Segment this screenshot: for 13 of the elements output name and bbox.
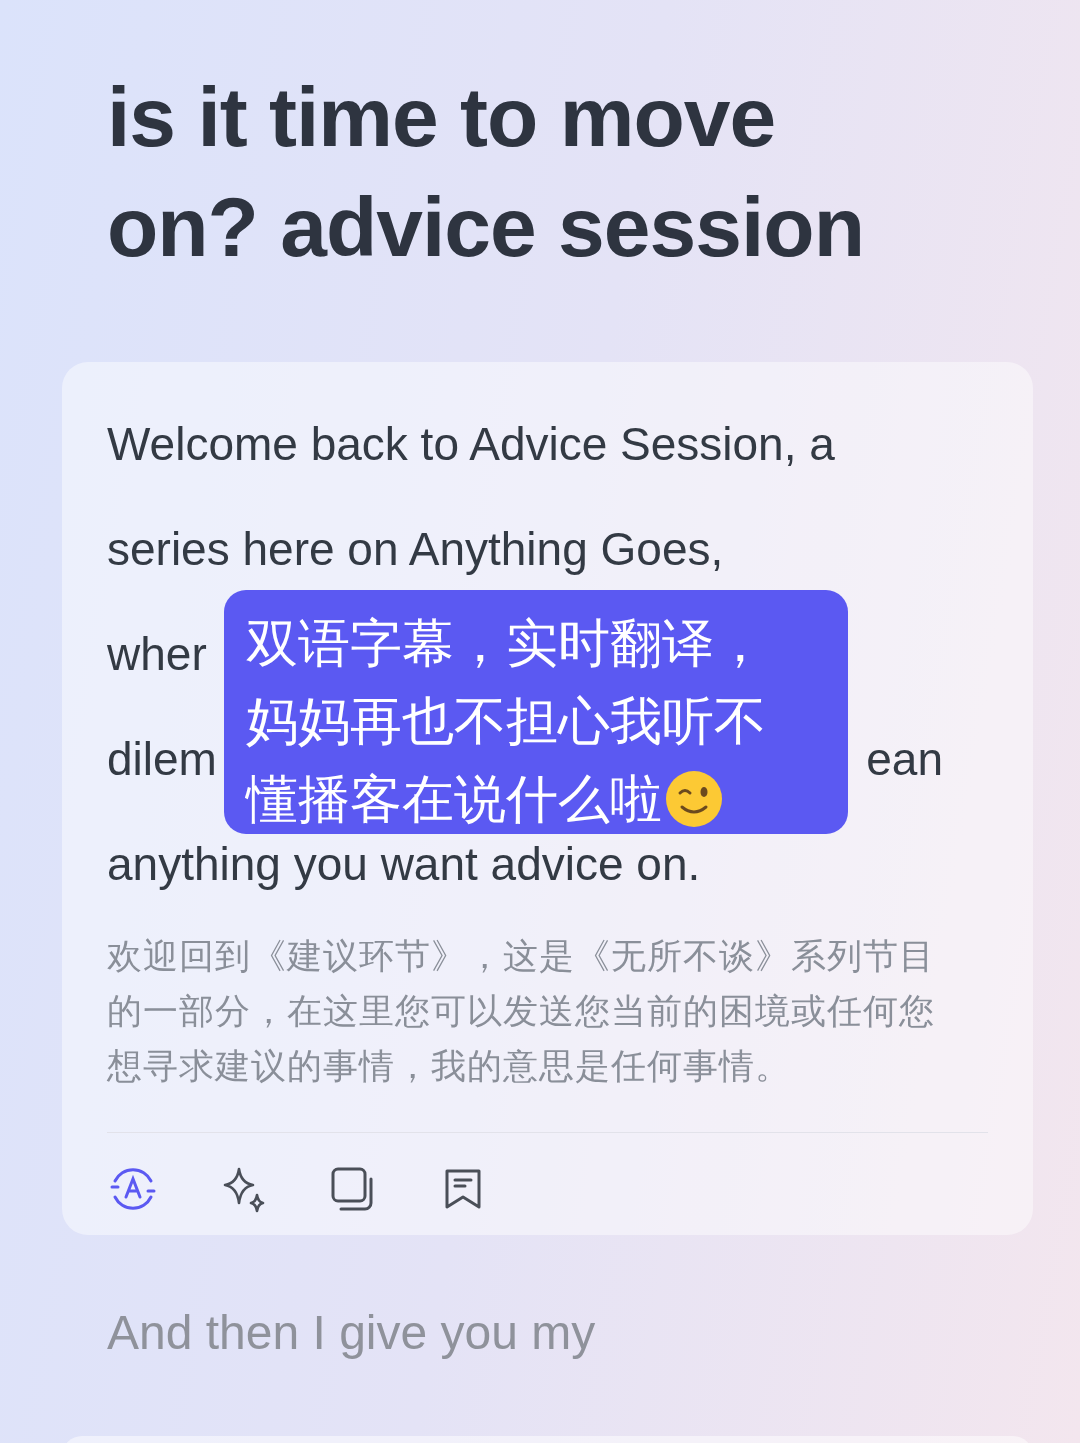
caption-text: 懂播客在说什么啦 [246, 769, 662, 830]
caption-text: 妈妈再也不担心我听不 [246, 691, 766, 752]
caption-text: 双语字幕，实时翻译， [246, 613, 766, 674]
page-title: is it time to move on? advice session [106, 69, 865, 276]
transcript-text: dilem [107, 732, 217, 787]
winking-face-icon [664, 769, 724, 829]
transcript-text: And then I give you my [107, 1305, 597, 1361]
transcript-text: series here on Anything Goes, [107, 522, 724, 577]
transcript-text: wher [107, 627, 207, 682]
transcript-text: Welcome back to Advice Session, a [107, 417, 835, 472]
transcript-text: anything you want advice on. [107, 837, 701, 892]
translation-text: 欢迎回到《建议环节》，这是《无所不谈》系列节目的一部分，在这里您可以发送您当前的困境或任何您想寻求建议的事情，我的意思是任何事情。 [107, 935, 936, 1088]
transcript-text: ean [866, 732, 943, 787]
